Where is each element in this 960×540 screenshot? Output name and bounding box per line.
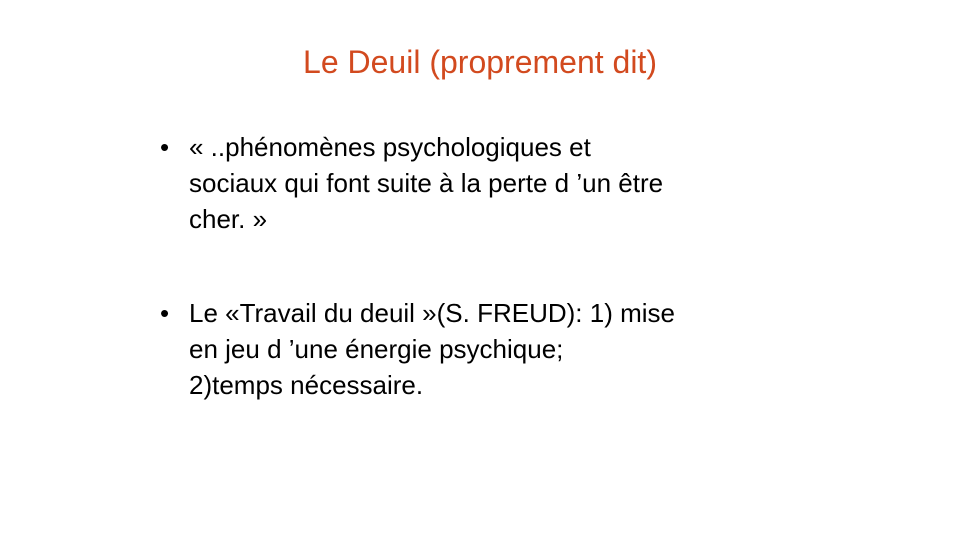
bullet-item-definition: • « ..phénomènes psychologiques et socia… xyxy=(160,129,820,237)
slide: Le Deuil (proprement dit) • « ..phénomèn… xyxy=(0,0,960,540)
bullet-icon: • xyxy=(160,132,170,162)
bullet-text-line: « ..phénomènes psychologiques et xyxy=(189,132,591,162)
bullet-icon: • xyxy=(160,298,170,328)
bullet-item-travail-du-deuil: • Le «Travail du deuil »(S. FREUD): 1) m… xyxy=(160,295,820,403)
bullet-text-line: 2)temps nécessaire. xyxy=(189,370,424,400)
bullet-text-line: en jeu d ’une énergie psychique; xyxy=(189,334,564,364)
bullet-text-line: Le «Travail du deuil »(S. FREUD): 1) mis… xyxy=(189,298,675,328)
bullet-text-line: sociaux qui font suite à la perte d ’un … xyxy=(189,168,664,198)
bullet-text-line: cher. » xyxy=(189,204,268,234)
slide-title: Le Deuil (proprement dit) xyxy=(303,44,657,80)
bullet-list: • « ..phénomènes psychologiques et socia… xyxy=(160,129,820,403)
